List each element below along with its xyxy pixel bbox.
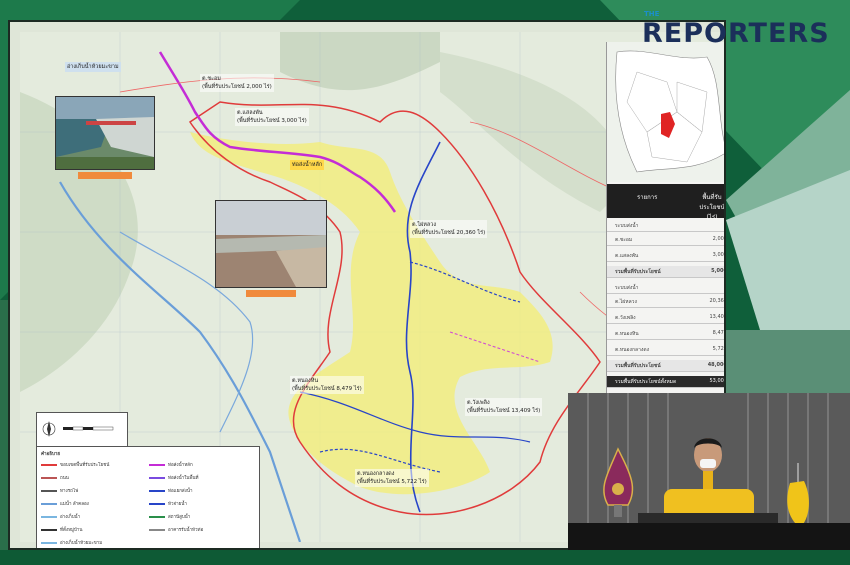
footer-strip xyxy=(0,550,850,565)
legend-swatch xyxy=(149,528,165,531)
table-row: ต.วังเพลิง 13,409 xyxy=(607,312,726,324)
table-row-label: ต.ชะอม xyxy=(615,237,633,243)
table-row: ต.หนองหิน 8,479 xyxy=(607,328,726,340)
scale-compass xyxy=(36,412,128,448)
table-row-value: 13,409 xyxy=(709,314,726,320)
place-label: ต.ไผ่หลวง (พื้นที่รับประโยชน์ 20,360 ไร่) xyxy=(410,220,488,238)
legend-label: อ่างเก็บน้ำ xyxy=(60,515,81,520)
place-label: ต.หนองหิน (พื้นที่รับประโยชน์ 8,479 ไร่) xyxy=(290,376,364,394)
pipe-label: ท่อส่งน้ำหลัก xyxy=(290,160,325,170)
legend-swatch xyxy=(149,515,165,518)
brand-logo: THE REPORTERS xyxy=(642,10,830,49)
place-label: ต.ชะอม (พื้นที่รับประโยชน์ 2,000 ไร่) xyxy=(200,74,274,92)
legend-item: ท่อแยกส่งน้ำ xyxy=(149,487,192,494)
legend-swatch xyxy=(149,502,165,505)
legend-label: ท่อส่งน้ำหลัก xyxy=(168,463,193,468)
legend-label: อาคารรับน้ำหัวท่อ xyxy=(168,528,204,533)
legend-swatch xyxy=(149,489,165,492)
legend-swatch xyxy=(41,463,57,466)
legend-label: ท่อส่งน้ำในพื้นที่ xyxy=(168,476,199,481)
legend-label: ขอบเขตพื้นที่รับประโยชน์ xyxy=(60,463,110,468)
legend-swatch xyxy=(149,476,165,479)
table-row: ต.ชะอม 2,000 xyxy=(607,234,726,246)
legend-swatch xyxy=(149,463,165,466)
press-conference-video xyxy=(568,393,850,555)
table-row: ต.ไผ่หลวง 20,360 xyxy=(607,296,726,308)
legend-item: หัวจ่ายน้ำ xyxy=(149,500,187,507)
table-row-label: รวมพื้นที่รับประโยชน์ xyxy=(615,363,661,369)
legend-swatch xyxy=(41,515,57,518)
table-row-label: ต.วังเพลิง xyxy=(615,315,636,321)
legend-item: แม่น้ำ ลำคลอง xyxy=(41,500,89,507)
table-row: ระบบส่งน้ำ xyxy=(607,220,724,232)
legend-item: ขอบเขตพื้นที่รับประโยชน์ xyxy=(41,461,109,468)
table-row-value: 5,000 xyxy=(711,268,726,274)
table-row: รวมพื้นที่รับประโยชน์ทั้งหมด 53,000 xyxy=(607,376,726,388)
legend-item: ท่อส่งน้ำหลัก xyxy=(149,461,193,468)
table-row-value: 3,000 xyxy=(712,252,726,258)
legend-swatch xyxy=(41,476,57,479)
table-row: ระบบส่งน้ำ xyxy=(607,282,724,294)
dam-photo-caption xyxy=(78,172,132,179)
table-row-value: 48,000 xyxy=(707,362,726,368)
table-row-label: ต.หนองกลางดง xyxy=(615,347,650,353)
dam-photo xyxy=(55,96,155,170)
legend-label: หัวจ่ายน้ำ xyxy=(168,502,187,507)
legend-item: อ่างเก็บน้ำ xyxy=(41,513,80,520)
legend-item: อาคารรับน้ำหัวท่อ xyxy=(149,526,203,533)
legend-swatch xyxy=(41,489,57,492)
reservoir-photo xyxy=(215,200,327,288)
table-row-value: 8,479 xyxy=(712,330,726,336)
place-label: ต.วังเพลิง (พื้นที่รับประโยชน์ 13,409 ไร่… xyxy=(465,398,543,416)
place-label: ต.หนองกลางดง (พื้นที่รับประโยชน์ 5,722 ไร… xyxy=(355,469,429,487)
legend-swatch xyxy=(41,541,57,544)
legend-item: อ่างเก็บน้ำห้วยมะขาม xyxy=(41,539,102,546)
legend-swatch xyxy=(41,528,57,531)
legend-label: สถานีสูบน้ำ xyxy=(168,515,191,520)
table-row-value: 5,722 xyxy=(712,346,726,352)
legend-swatch xyxy=(41,502,57,505)
legend-label: ท่อแยกส่งน้ำ xyxy=(168,489,193,494)
table-row-label: รวมพื้นที่รับประโยชน์ xyxy=(615,269,661,275)
legend-item: ที่ตั้งหมู่บ้าน xyxy=(41,526,82,533)
place-label: ต.แสลงพัน (พื้นที่รับประโยชน์ 3,000 ไร่) xyxy=(235,108,309,126)
map-legend: คำอธิบาย ขอบเขตพื้นที่รับประโยชน์ ถนน ทางร… xyxy=(36,446,260,548)
table-row-value: 53,000 xyxy=(709,378,726,384)
legend-item: ท่อส่งน้ำในพื้นที่ xyxy=(149,474,199,481)
table-row-label: รวมพื้นที่รับประโยชน์ทั้งหมด xyxy=(615,379,677,385)
table-row: ต.แสลงพัน 3,000 xyxy=(607,250,726,262)
table-row-label: ต.ไผ่หลวง xyxy=(615,299,637,305)
table-row-label: ต.หนองหิน xyxy=(615,331,639,337)
legend-label: ทางรถไฟ xyxy=(60,489,79,494)
table-row-label: ต.แสลงพัน xyxy=(615,253,639,259)
legend-label: ถนน xyxy=(60,476,69,481)
table-row: ต.หนองกลางดง 5,722 xyxy=(607,344,726,356)
legend-item: สถานีสูบน้ำ xyxy=(149,513,190,520)
table-row-label: ระบบส่งน้ำ xyxy=(615,223,639,229)
legend-item: ทางรถไฟ xyxy=(41,487,78,494)
table-row-label: ระบบส่งน้ำ xyxy=(615,285,639,291)
table-header: รายการ พื้นที่รับประโยชน์ (ไร่) xyxy=(607,184,724,221)
legend-label: ที่ตั้งหมู่บ้าน xyxy=(60,528,83,533)
reservoir-label: อ่างเก็บน้ำห้วยมะขาม xyxy=(65,62,121,72)
reservoir-photo-caption xyxy=(246,290,296,297)
legend-item: ถนน xyxy=(41,474,69,481)
table-row-value: 20,360 xyxy=(709,298,726,304)
table-row: รวมพื้นที่รับประโยชน์ 48,000 xyxy=(607,360,726,372)
table-row-value: 2,000 xyxy=(712,236,726,242)
summary-sidebar: รายการ พื้นที่รับประโยชน์ (ไร่) ระบบส่งน… xyxy=(606,42,726,410)
location-inset-map xyxy=(607,42,724,182)
legend-label: แม่น้ำ ลำคลอง xyxy=(60,502,89,507)
table-row: รวมพื้นที่รับประโยชน์ 5,000 xyxy=(607,266,726,278)
legend-label: อ่างเก็บน้ำห้วยมะขาม xyxy=(60,541,103,546)
